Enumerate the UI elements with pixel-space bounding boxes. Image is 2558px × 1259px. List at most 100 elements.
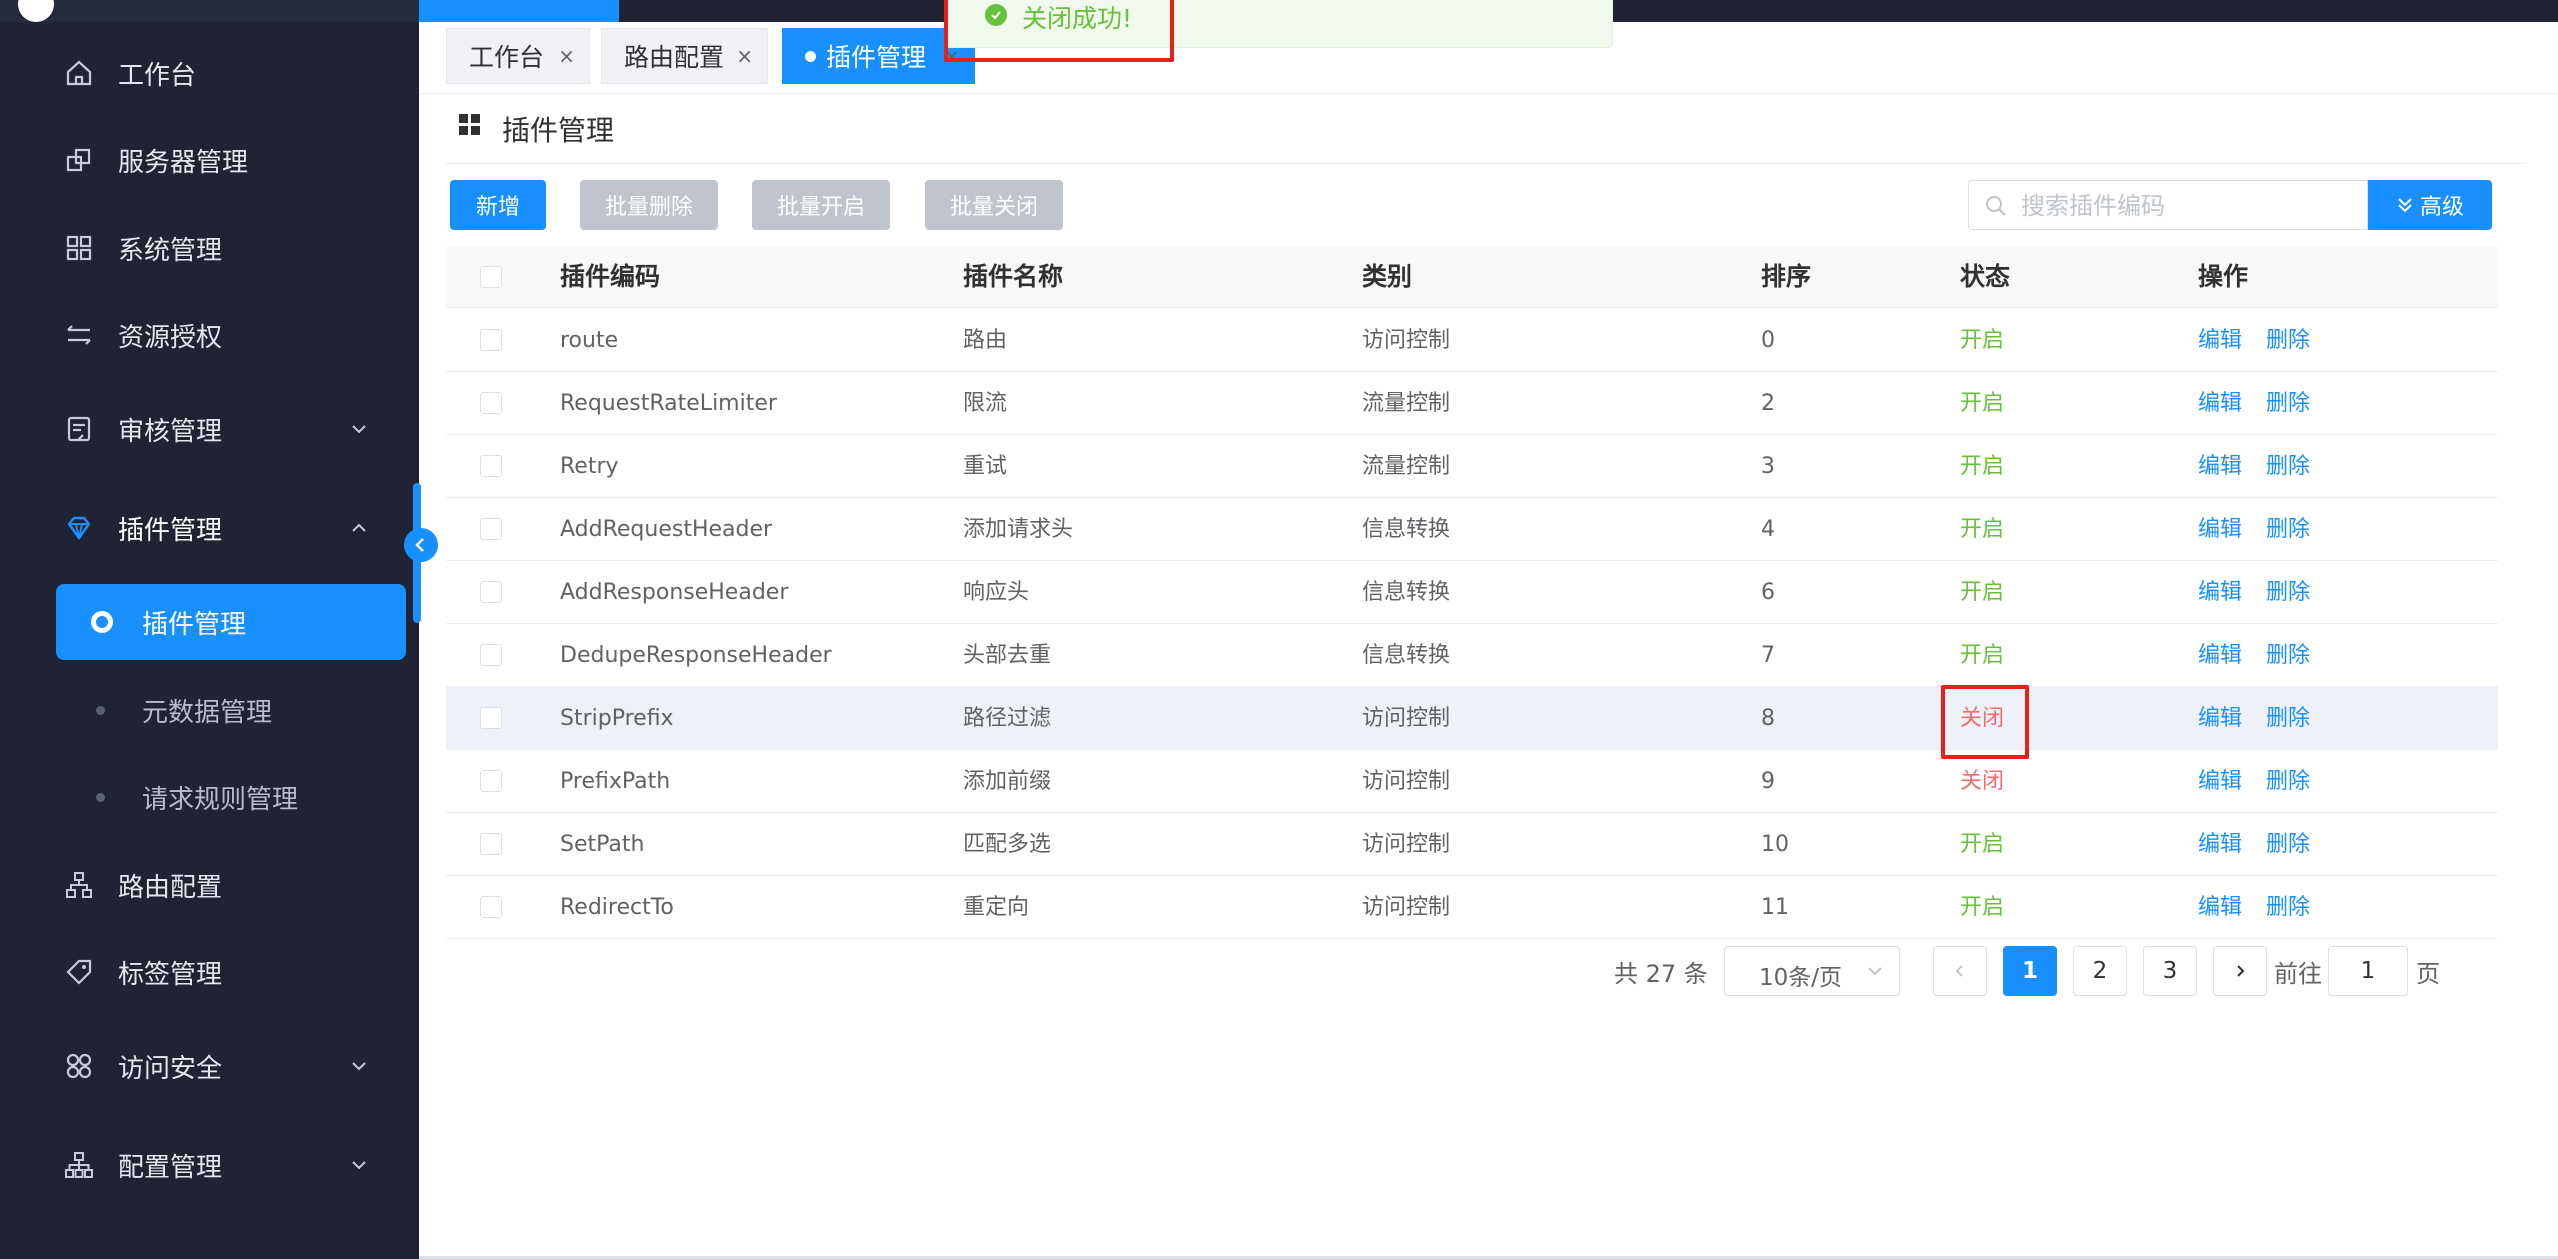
sidebar-item-access-security[interactable]: 访问安全 <box>0 1029 419 1103</box>
cell-code: PrefixPath <box>560 769 671 794</box>
pagination-total: 共 27 条 <box>1614 960 1708 988</box>
row-checkbox[interactable] <box>480 770 502 792</box>
cell-code: route <box>560 328 619 353</box>
edit-link[interactable]: 编辑 <box>2198 876 2242 939</box>
sidebar-subitem-metadata[interactable]: 元数据管理 <box>0 672 419 748</box>
advanced-search-button[interactable]: 高级 <box>2368 180 2492 230</box>
chevron-right-icon <box>2237 965 2245 977</box>
page-2-button[interactable]: 2 <box>2073 946 2127 996</box>
table-row: RequestRateLimiter 限流 流量控制 2 开启 编辑 删除 <box>446 372 2498 435</box>
row-checkbox[interactable] <box>480 833 502 855</box>
row-checkbox[interactable] <box>480 707 502 729</box>
header-name: 插件名称 <box>963 262 1064 291</box>
select-all-checkbox[interactable] <box>480 266 502 288</box>
edit-link[interactable]: 编辑 <box>2198 624 2242 687</box>
page-1-button[interactable]: 1 <box>2003 946 2057 996</box>
row-checkbox[interactable] <box>480 392 502 414</box>
collapse-sidebar-button[interactable] <box>404 528 438 562</box>
header-status: 状态 <box>1960 262 2011 291</box>
edit-link[interactable]: 编辑 <box>2198 372 2242 435</box>
sidebar-item-audit[interactable]: 审核管理 <box>0 392 419 466</box>
apps-icon <box>459 114 480 135</box>
radio-dot-icon <box>91 611 113 633</box>
cell-status: 开启 <box>1960 580 2005 605</box>
cell-name: 匹配多选 <box>963 832 1052 857</box>
cell-sort: 4 <box>1761 517 1775 542</box>
batch-delete-button[interactable]: 批量删除 <box>580 180 718 230</box>
next-page-button[interactable] <box>2213 946 2267 996</box>
header-category: 类别 <box>1362 262 1413 291</box>
chevron-left-icon <box>1955 965 1963 977</box>
edit-link[interactable]: 编辑 <box>2198 750 2242 813</box>
page-title: 插件管理 <box>502 114 615 147</box>
row-checkbox[interactable] <box>480 455 502 477</box>
edit-link[interactable]: 编辑 <box>2198 561 2242 624</box>
page-3-button[interactable]: 3 <box>2143 946 2197 996</box>
table-row: Retry 重试 流量控制 3 开启 编辑 删除 <box>446 435 2498 498</box>
double-chevron-down-icon <box>2398 198 2412 213</box>
row-checkbox[interactable] <box>480 896 502 918</box>
prev-page-button[interactable] <box>1933 946 1987 996</box>
sidebar-item-tag[interactable]: 标签管理 <box>0 935 419 1009</box>
delete-link[interactable]: 删除 <box>2266 372 2310 435</box>
sidebar-item-config[interactable]: 配置管理 <box>0 1128 419 1202</box>
page-header: 插件管理 <box>446 94 2526 164</box>
table-row: route 路由 访问控制 0 开启 编辑 删除 <box>446 309 2498 372</box>
edit-link[interactable]: 编辑 <box>2198 435 2242 498</box>
sidebar-item-system[interactable]: 系统管理 <box>0 211 419 285</box>
page-size-select[interactable]: 10条/页 <box>1724 946 1900 996</box>
sidebar-item-label: 服务器管理 <box>118 147 249 178</box>
goto-page-field[interactable] <box>2328 946 2408 996</box>
delete-link[interactable]: 删除 <box>2266 498 2310 561</box>
close-icon[interactable]: × <box>736 44 753 68</box>
header-sort: 排序 <box>1761 262 1812 291</box>
delete-link[interactable]: 删除 <box>2266 561 2310 624</box>
chevron-down-icon <box>346 1152 372 1178</box>
cell-code: RequestRateLimiter <box>560 391 777 416</box>
row-checkbox[interactable] <box>480 581 502 603</box>
batch-enable-button[interactable]: 批量开启 <box>752 180 890 230</box>
config-icon <box>62 1148 96 1182</box>
audit-icon <box>62 412 96 446</box>
tab-route-config[interactable]: 路由配置 × <box>601 28 768 84</box>
goto-page-input[interactable] <box>2329 947 2407 995</box>
cell-status: 开启 <box>1960 454 2005 479</box>
search-input[interactable] <box>2021 187 2351 225</box>
row-checkbox[interactable] <box>480 644 502 666</box>
sidebar-item-label: 资源授权 <box>118 322 223 353</box>
row-checkbox[interactable] <box>480 518 502 540</box>
sidebar-item-plugin[interactable]: 插件管理 <box>0 491 419 565</box>
cell-sort: 3 <box>1761 454 1775 479</box>
sidebar-item-label: 审核管理 <box>118 416 223 447</box>
cell-name: 重试 <box>963 454 1008 479</box>
edit-link[interactable]: 编辑 <box>2198 309 2242 372</box>
chevron-up-icon <box>346 515 372 541</box>
delete-link[interactable]: 删除 <box>2266 750 2310 813</box>
cell-code: RedirectTo <box>560 895 674 920</box>
edit-link[interactable]: 编辑 <box>2198 687 2242 750</box>
cell-code: Retry <box>560 454 619 479</box>
tab-label: 路由配置 <box>624 43 725 72</box>
row-checkbox[interactable] <box>480 329 502 351</box>
sidebar-item-resource-auth[interactable]: 资源授权 <box>0 298 419 372</box>
tab-workbench[interactable]: 工作台 × <box>446 28 590 84</box>
sidebar-subitem-plugin-manage[interactable]: 插件管理 <box>56 584 406 660</box>
add-button[interactable]: 新增 <box>450 180 546 230</box>
edit-link[interactable]: 编辑 <box>2198 498 2242 561</box>
sidebar-item-workbench[interactable]: 工作台 <box>0 36 419 110</box>
delete-link[interactable]: 删除 <box>2266 435 2310 498</box>
sidebar-item-route[interactable]: 路由配置 <box>0 848 419 922</box>
delete-link[interactable]: 删除 <box>2266 876 2310 939</box>
top-accent <box>419 0 619 22</box>
delete-link[interactable]: 删除 <box>2266 687 2310 750</box>
delete-link[interactable]: 删除 <box>2266 624 2310 687</box>
close-icon[interactable]: × <box>558 44 575 68</box>
batch-disable-button[interactable]: 批量关闭 <box>925 180 1063 230</box>
delete-link[interactable]: 删除 <box>2266 813 2310 876</box>
sidebar-subitem-request-rules[interactable]: 请求规则管理 <box>0 759 419 835</box>
delete-link[interactable]: 删除 <box>2266 309 2310 372</box>
search-field[interactable] <box>1968 180 2368 230</box>
edit-link[interactable]: 编辑 <box>2198 813 2242 876</box>
cell-code: DedupeResponseHeader <box>560 643 832 668</box>
sidebar-item-server[interactable]: 服务器管理 <box>0 123 419 197</box>
